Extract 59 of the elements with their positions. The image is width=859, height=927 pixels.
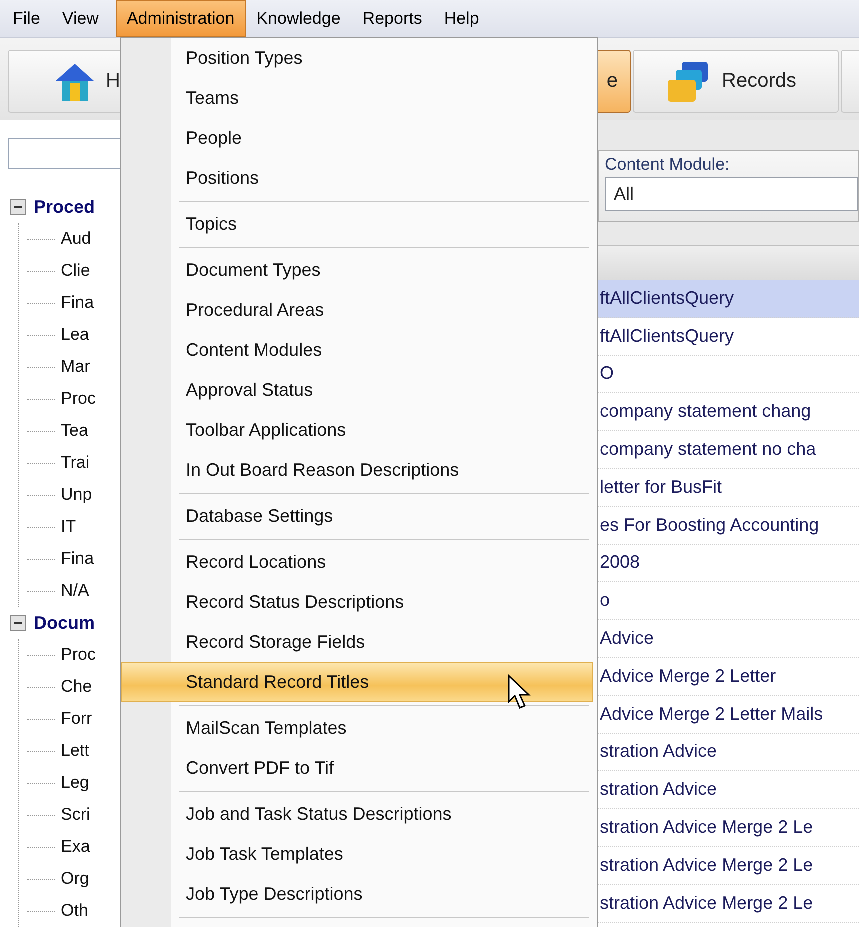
grid-row[interactable]: ftAllClientsQuery [598,280,859,318]
collapse-icon[interactable] [10,199,26,215]
grid-row[interactable]: stration Advice [598,734,859,772]
field-label: Content Module: [605,155,731,175]
menu-item[interactable]: Reports [352,0,434,37]
tree-item[interactable]: Leg [61,773,90,793]
tree-item[interactable]: Lea [61,325,90,345]
menu-option[interactable]: Toolbar Applications [121,410,597,450]
tree-item[interactable]: Forr [61,709,92,729]
tree-group[interactable]: Proced [34,196,96,218]
tree-item[interactable]: Mar [61,357,90,377]
tree-item[interactable]: N/A [61,581,90,601]
tree-item[interactable]: Che [61,677,92,697]
tree-item[interactable]: Scri [61,805,90,825]
menu-option[interactable]: Record Status Descriptions [121,582,597,622]
grid-row[interactable]: 2008 [598,544,859,582]
collapse-icon[interactable] [10,615,26,631]
menu-option[interactable]: Approval Status [121,370,597,410]
tree-item[interactable]: Tea [61,421,88,441]
menu-option[interactable]: MailScan Templates [121,708,597,748]
tree-item[interactable]: Lett [61,741,90,761]
grid-row[interactable]: O [598,356,859,394]
menu-option[interactable]: Job Task Templates [121,834,597,874]
tree-item[interactable]: Org [61,869,90,889]
menu-option[interactable]: Document Types [121,250,597,290]
menu-option[interactable]: Standard Record Titles [121,662,593,702]
menu-option[interactable]: Procedural Areas [121,290,597,330]
menu-option[interactable]: Content Modules [121,330,597,370]
menu-option[interactable]: Convert PDF to Tif [121,748,597,788]
tree-item[interactable]: Exa [61,837,90,857]
tree-item[interactable]: Oth [61,901,88,921]
menu-option[interactable]: Job Type Descriptions [121,874,597,914]
tree-item[interactable]: Clie [61,261,90,281]
tree-item[interactable]: Trai [61,453,90,473]
menu-option[interactable]: Positions [121,158,597,198]
menu-item[interactable]: Administration [116,0,246,37]
tree-item[interactable]: Fina [61,549,94,569]
tree-item[interactable]: Proc [61,389,96,409]
menu-option[interactable]: Job and Task Status Descriptions [121,794,597,834]
tree-item[interactable]: IT [61,517,76,537]
menu-option[interactable]: Teams [121,78,597,118]
menu-option[interactable]: People [121,118,597,158]
menu-option[interactable]: Record Storage Fields [121,622,597,662]
tree-item[interactable]: Unp [61,485,92,505]
menu-option[interactable]: In Out Board Reason Descriptions [121,450,597,490]
menu-option[interactable]: Record Locations [121,542,597,582]
toolbar-button[interactable]: Records [633,50,839,113]
content-module-dropdown[interactable]: All [605,177,858,211]
menu-option[interactable]: Position Types [121,38,597,78]
tree-item[interactable]: Fina [61,293,94,313]
menu-option[interactable]: Database Settings [121,496,597,536]
menu-item[interactable]: View [51,0,110,37]
tree-item[interactable]: Aud [61,229,92,249]
menu-option[interactable]: Topics [121,204,597,244]
tree-item[interactable]: Proc [61,645,96,665]
menu-item[interactable]: Knowledge [246,0,352,37]
menu-item[interactable]: Help [433,0,490,37]
menu-item[interactable]: File [2,0,52,37]
tree-group[interactable]: Docum [34,612,96,634]
